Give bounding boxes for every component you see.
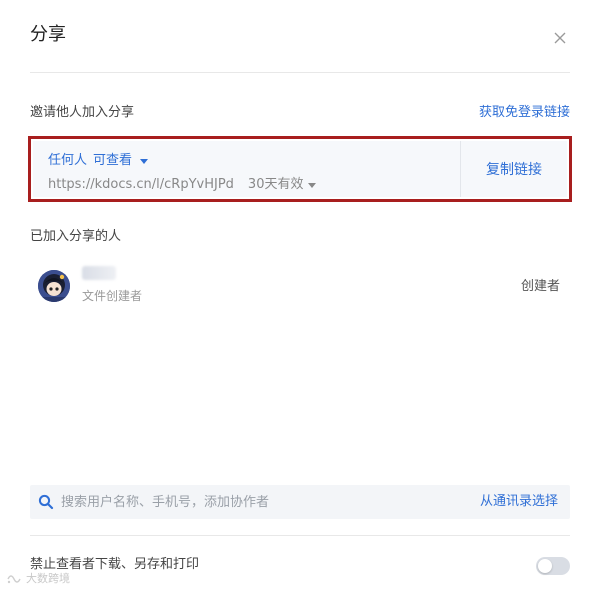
dialog-title: 分享 (30, 24, 66, 45)
copy-link-button[interactable]: 复制链接 (460, 141, 567, 197)
share-url: https://kdocs.cn/l/cRpYvHJPd (48, 177, 234, 192)
member-role: 创建者 (520, 279, 560, 294)
watermark-logo-icon (7, 575, 21, 584)
caret-down-icon (140, 158, 149, 164)
close-button[interactable] (550, 28, 570, 48)
validity-dropdown[interactable]: 30天有效 (248, 176, 317, 194)
close-icon (554, 32, 566, 44)
link-row: https://kdocs.cn/l/cRpYvHJPd 30天有效 (48, 176, 317, 194)
search-input[interactable] (61, 492, 441, 512)
share-link-info: 任何人 可查看 https://kdocs.cn/l/cRpYvHJPd 30天… (33, 141, 460, 197)
member-subtitle: 文件创建者 (82, 289, 143, 303)
search-icon (38, 494, 54, 510)
share-link-panel: 任何人 可查看 https://kdocs.cn/l/cRpYvHJPd 30天… (33, 141, 567, 197)
watermark: 大数跨境 (6, 572, 70, 586)
share-dialog: 分享 邀请他人加入分享 获取免登录链接 任何人 可查看 https://kdoc… (0, 0, 599, 595)
avatar-image (38, 270, 70, 302)
free-login-link[interactable]: 获取免登录链接 (479, 104, 570, 122)
share-link-box: 任何人 可查看 https://kdocs.cn/l/cRpYvHJPd 30天… (28, 136, 572, 202)
permission-dropdown[interactable]: 任何人 可查看 (48, 152, 149, 170)
disable-download-toggle[interactable] (536, 557, 570, 575)
header-divider (30, 72, 570, 73)
caret-down-icon (308, 182, 317, 188)
watermark-text: 大数跨境 (26, 572, 70, 585)
add-collaborator-search: 从通讯录选择 (30, 485, 570, 519)
member-name (82, 266, 116, 280)
avatar (38, 270, 70, 302)
permission-who: 任何人 (48, 153, 88, 168)
toggle-knob (538, 559, 552, 573)
footer-divider (30, 535, 570, 536)
joined-members-label: 已加入分享的人 (30, 229, 122, 244)
invite-label: 邀请他人加入分享 (30, 105, 135, 120)
member-list-item: 文件创建者 创建者 (30, 266, 570, 310)
permission-level: 可查看 (93, 153, 133, 168)
validity-label: 30天有效 (247, 177, 304, 192)
select-from-contacts-link[interactable]: 从通讯录选择 (480, 493, 558, 511)
